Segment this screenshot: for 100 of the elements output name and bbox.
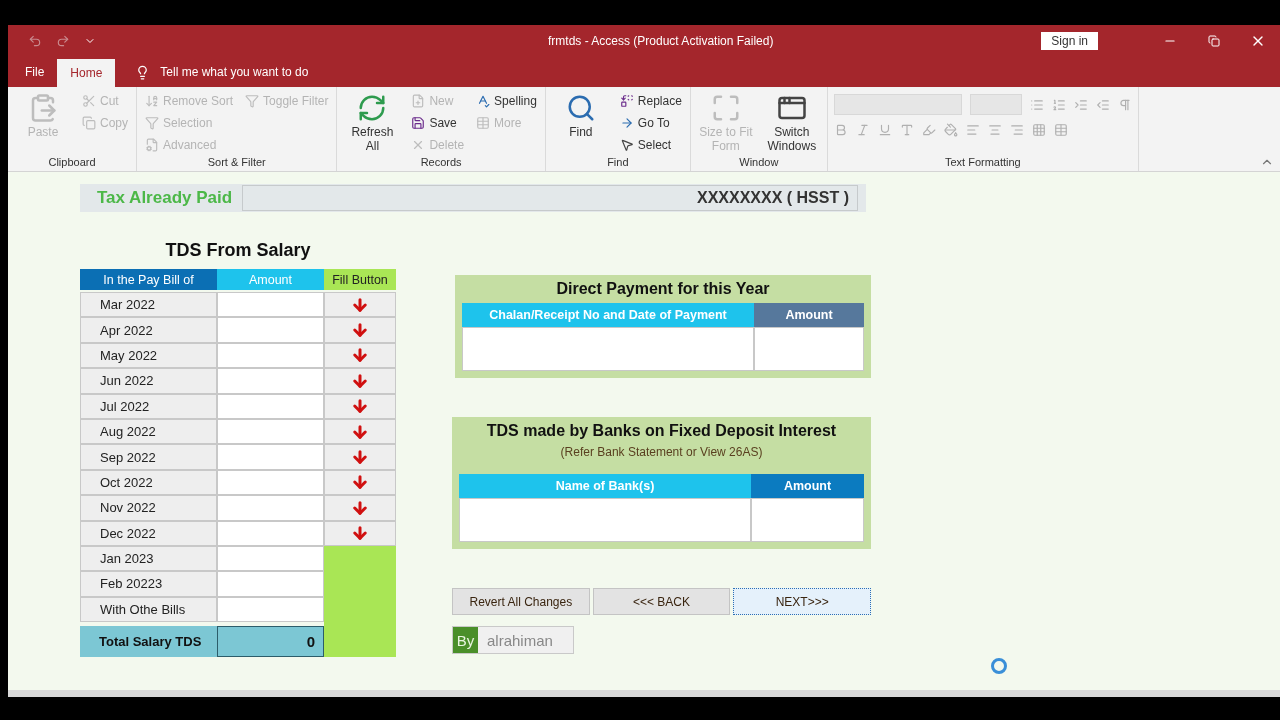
ribbon-tab[interactable]: File bbox=[12, 57, 58, 87]
fill-button[interactable] bbox=[324, 342, 396, 369]
refresh-icon bbox=[357, 93, 388, 123]
month-cell: Jan 2023 bbox=[80, 545, 217, 572]
ribbon-tab[interactable]: Home bbox=[57, 59, 116, 87]
ribbon-button[interactable]: Find bbox=[551, 91, 610, 141]
fill-color-icon[interactable] bbox=[943, 123, 958, 137]
input-field[interactable] bbox=[459, 498, 751, 542]
month-cell: Apr 2022 bbox=[80, 317, 217, 343]
column-header: Name of Bank(s) bbox=[459, 474, 751, 498]
replace-icon bbox=[619, 93, 634, 108]
tell-me-field[interactable]: Tell me what you want to do bbox=[160, 65, 309, 79]
amount-field[interactable] bbox=[217, 368, 324, 394]
fill-button[interactable] bbox=[324, 495, 396, 521]
month-cell: Mar 2022 bbox=[80, 292, 217, 318]
busy-cursor-icon bbox=[990, 657, 1008, 675]
underline-icon[interactable] bbox=[877, 123, 892, 137]
amount-field[interactable] bbox=[217, 520, 324, 546]
amount-field[interactable] bbox=[217, 393, 324, 419]
align-left-icon[interactable] bbox=[965, 123, 980, 137]
arrow-right-icon bbox=[619, 115, 634, 130]
input-field[interactable] bbox=[462, 327, 754, 371]
group-label: Text Formatting bbox=[943, 156, 1022, 170]
arrow-down-icon bbox=[351, 346, 369, 365]
month-cell: Jun 2022 bbox=[80, 368, 217, 394]
highlight-icon[interactable] bbox=[921, 123, 936, 137]
gridlines-icon[interactable] bbox=[1031, 123, 1046, 137]
month-cell: Feb 20223 bbox=[80, 571, 217, 597]
undo-icon[interactable] bbox=[28, 34, 42, 48]
ribbon-button[interactable]: Select bbox=[617, 135, 684, 154]
amount-field[interactable] bbox=[217, 317, 324, 343]
input-field[interactable] bbox=[754, 327, 864, 371]
arrow-down-icon bbox=[351, 371, 369, 390]
ribbon-button[interactable]: Refresh All bbox=[343, 91, 402, 155]
form-button[interactable]: NEXT>>> bbox=[733, 588, 871, 615]
group-label: Clipboard bbox=[47, 156, 97, 170]
ribbon-button[interactable]: Save bbox=[409, 113, 467, 132]
save-icon bbox=[411, 115, 426, 130]
fill-button[interactable] bbox=[324, 469, 396, 496]
group-label: Records bbox=[419, 156, 463, 170]
arrow-down-icon bbox=[351, 321, 369, 340]
fill-button[interactable] bbox=[324, 292, 396, 318]
month-cell: With Othe Bills bbox=[80, 596, 217, 623]
amount-field[interactable] bbox=[217, 342, 324, 369]
input-field[interactable] bbox=[751, 498, 864, 542]
month-cell: Oct 2022 bbox=[80, 469, 217, 496]
arrow-down-icon bbox=[351, 524, 369, 543]
filter-icon bbox=[245, 93, 260, 108]
panel-subtitle: (Refer Bank Statement or View 26AS) bbox=[559, 445, 764, 461]
column-header: Amount bbox=[751, 474, 864, 498]
table-icon[interactable] bbox=[1053, 123, 1068, 137]
fill-button[interactable] bbox=[324, 368, 396, 394]
indent-icon[interactable] bbox=[1073, 97, 1088, 112]
ribbon-button[interactable]: Replace bbox=[617, 91, 684, 110]
align-center-icon[interactable] bbox=[987, 123, 1002, 137]
restore-icon[interactable] bbox=[1208, 35, 1220, 47]
align-right-icon[interactable] bbox=[1009, 123, 1024, 137]
amount-field[interactable] bbox=[217, 545, 324, 572]
paragraph-icon[interactable] bbox=[1117, 97, 1132, 112]
table-icon bbox=[476, 115, 491, 130]
column-header: Amount bbox=[217, 269, 324, 290]
redo-icon[interactable] bbox=[56, 34, 70, 48]
ribbon-button[interactable]: Switch Windows bbox=[762, 91, 821, 155]
amount-field[interactable] bbox=[217, 418, 324, 445]
fill-button[interactable] bbox=[324, 444, 396, 470]
month-cell: Dec 2022 bbox=[80, 520, 217, 546]
column-header: Fill Button bbox=[324, 269, 396, 290]
spell-check-icon bbox=[476, 93, 491, 108]
font-name-field[interactable] bbox=[833, 94, 962, 115]
group-label: Find bbox=[606, 156, 630, 170]
amount-field[interactable] bbox=[217, 292, 324, 318]
fill-button[interactable] bbox=[324, 317, 396, 343]
amount-field[interactable] bbox=[217, 571, 324, 597]
sort-icon bbox=[145, 93, 159, 108]
amount-field[interactable] bbox=[217, 444, 324, 470]
group-label: Sort & Filter bbox=[206, 156, 267, 170]
panel-title: TDS made by Banks on Fixed Deposit Interest bbox=[485, 421, 838, 441]
sign-in-button[interactable]: Sign in bbox=[1041, 32, 1098, 50]
font-color-icon[interactable] bbox=[899, 123, 914, 137]
fill-button[interactable] bbox=[324, 393, 396, 419]
total-field: 0 bbox=[217, 626, 324, 658]
fill-button[interactable] bbox=[324, 520, 396, 546]
tax-field[interactable]: XXXXXXXX ( HSST ) bbox=[242, 185, 858, 211]
outdent-icon[interactable] bbox=[1095, 97, 1110, 112]
form-button[interactable]: <<< BACK bbox=[592, 588, 731, 615]
amount-field[interactable] bbox=[217, 469, 324, 496]
numbering-icon[interactable] bbox=[1051, 97, 1066, 112]
month-cell: May 2022 bbox=[80, 342, 217, 369]
amount-field[interactable] bbox=[217, 596, 324, 623]
window-title: frmtds - Access (Product Activation Failed) bbox=[548, 34, 775, 48]
arrow-down-icon bbox=[351, 448, 369, 467]
fill-button[interactable] bbox=[324, 418, 396, 445]
font-size-field[interactable] bbox=[969, 94, 1022, 115]
column-header: In the Pay Bill of bbox=[80, 269, 217, 290]
bullets-icon[interactable] bbox=[1029, 97, 1044, 112]
form-button[interactable]: Revert All Changes bbox=[452, 588, 590, 615]
amount-field[interactable] bbox=[217, 495, 324, 521]
italic-icon[interactable] bbox=[855, 123, 870, 137]
ribbon-button[interactable]: Spelling bbox=[474, 91, 539, 110]
ribbon-button[interactable]: Go To bbox=[617, 113, 684, 132]
